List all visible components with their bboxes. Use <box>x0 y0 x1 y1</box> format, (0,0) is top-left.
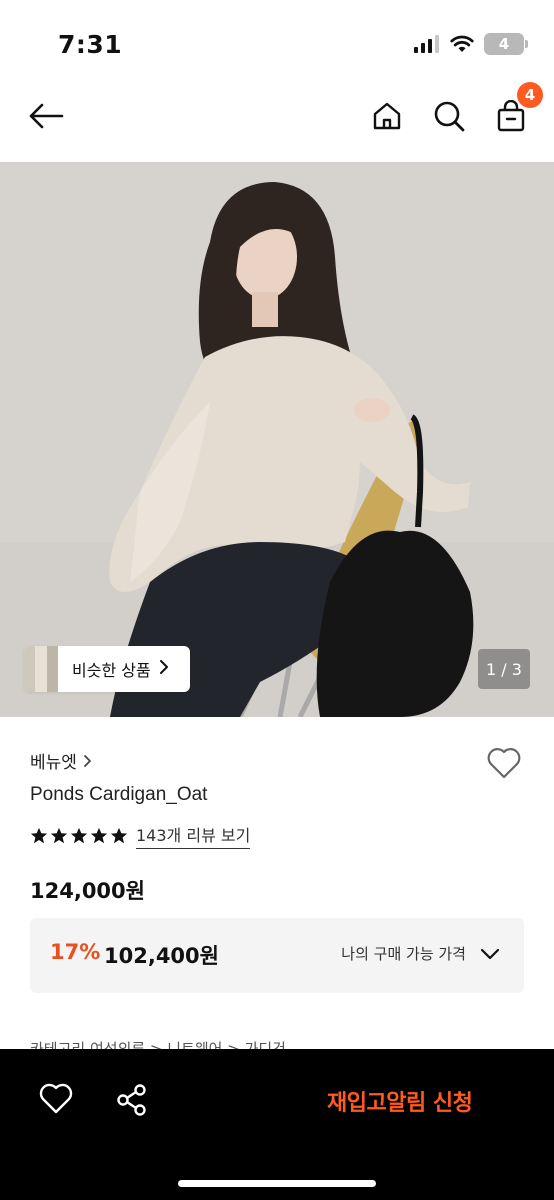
search-button[interactable] <box>429 96 469 136</box>
share-button[interactable] <box>114 1082 150 1118</box>
product-name: Ponds Cardigan_Oat <box>30 784 208 805</box>
my-price-label: 나의 구매 가능 가격 <box>341 945 466 963</box>
star-icon <box>50 827 68 843</box>
cart-button[interactable]: 4 <box>491 82 543 136</box>
home-icon <box>373 102 401 130</box>
image-page-indicator: 1 / 3 <box>478 649 530 689</box>
back-button[interactable] <box>26 96 66 136</box>
status-icons: 4 <box>414 33 528 55</box>
my-price-toggle[interactable]: 나의 구매 가능 가격 <box>341 943 500 964</box>
restock-alert-button[interactable]: 재입고알림 신청 <box>327 1085 473 1117</box>
wifi-icon <box>450 35 474 52</box>
final-price: 102,400원 <box>104 944 219 968</box>
top-nav: 4 <box>0 80 554 162</box>
discount-price-box: 17% 102,400원 나의 구매 가능 가격 <box>30 918 524 993</box>
chevron-right-icon <box>159 659 169 679</box>
review-link[interactable]: 143개 리뷰 보기 <box>136 822 251 849</box>
cart-count-badge: 4 <box>517 82 543 108</box>
status-bar: 7:31 4 <box>0 0 554 80</box>
heart-icon <box>487 748 521 779</box>
discount-percent: 17% <box>50 940 101 964</box>
bottom-wishlist-button[interactable] <box>38 1082 74 1116</box>
rating-stars <box>30 827 128 845</box>
battery-level: 4 <box>498 35 510 53</box>
search-icon <box>434 101 465 132</box>
wishlist-button[interactable] <box>486 746 522 780</box>
chevron-down-icon <box>480 948 500 959</box>
share-icon <box>117 1084 146 1116</box>
brand-link[interactable]: 베뉴엣 <box>30 748 92 773</box>
star-icon <box>30 827 48 843</box>
bottom-action-bar: 재입고알림 신청 <box>0 1049 554 1200</box>
home-button[interactable] <box>367 96 407 136</box>
battery-icon: 4 <box>484 33 528 55</box>
original-price: 124,000원 <box>30 879 145 903</box>
star-icon <box>90 827 108 843</box>
chevron-right-icon <box>84 754 91 767</box>
back-arrow-icon <box>29 103 64 129</box>
heart-icon <box>39 1083 73 1114</box>
product-photo <box>0 162 554 717</box>
signal-icon <box>414 35 439 53</box>
rating-row: 143개 리뷰 보기 <box>30 822 251 849</box>
product-image-gallery[interactable]: 비슷한 상품 1 / 3 <box>0 162 554 717</box>
similar-products-button[interactable]: 비슷한 상품 <box>24 646 190 692</box>
similar-products-thumbnails <box>24 646 58 692</box>
brand-name: 베뉴엣 <box>30 753 77 773</box>
home-indicator <box>178 1180 376 1187</box>
star-icon <box>70 827 88 843</box>
similar-products-label: 비슷한 상품 <box>72 661 151 680</box>
status-time: 7:31 <box>58 30 123 59</box>
star-icon <box>110 827 128 843</box>
